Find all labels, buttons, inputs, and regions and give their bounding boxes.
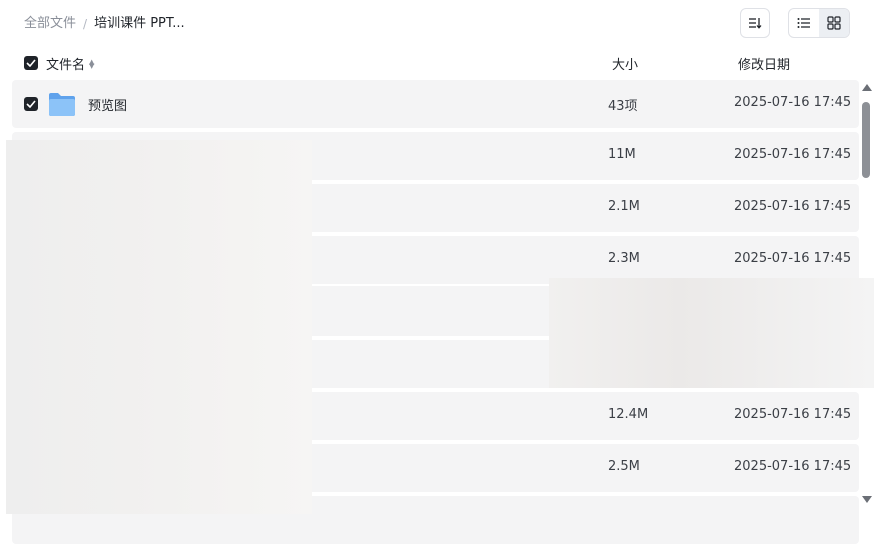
view-toggle	[788, 8, 850, 38]
folder-icon	[49, 93, 75, 116]
grid-view-icon	[827, 16, 841, 30]
scroll-down-icon[interactable]	[862, 496, 872, 503]
size-column-header: 大小	[612, 58, 639, 73]
file-date: 2025-07-16 17:45	[734, 199, 852, 214]
table-row[interactable]: 预览图 43项 2025-07-16 17:45	[12, 80, 859, 128]
breadcrumb-separator: /	[83, 17, 88, 31]
file-date: 2025-07-16 17:45	[734, 251, 852, 266]
scroll-up-icon[interactable]	[862, 84, 872, 91]
name-column-header[interactable]: 文件名 ▲ ▼	[46, 54, 94, 73]
row-checkbox[interactable]	[24, 97, 38, 111]
redacted-region	[549, 278, 874, 388]
file-date: 2025-07-16 17:45	[734, 147, 852, 162]
file-size: 43项	[608, 99, 638, 114]
select-all-checkbox[interactable]	[24, 56, 38, 70]
top-bar: 全部文件 / 培训课件 PPT...	[24, 14, 850, 36]
breadcrumb-current: 培训课件 PPT...	[94, 16, 185, 31]
file-date: 2025-07-16 17:45	[734, 95, 852, 110]
file-size: 2.5M	[608, 459, 640, 474]
list-view-icon	[797, 18, 810, 28]
redacted-region	[6, 140, 312, 514]
file-size: 12.4M	[608, 407, 649, 422]
check-icon	[26, 59, 36, 67]
sort-toggle-icon: ▲ ▼	[89, 57, 95, 70]
file-name[interactable]: 预览图	[88, 95, 127, 114]
check-icon	[26, 100, 36, 108]
date-column-header: 修改日期	[738, 58, 791, 73]
file-size: 2.3M	[608, 251, 640, 266]
breadcrumb: 全部文件 / 培训课件 PPT...	[24, 14, 850, 34]
file-date: 2025-07-16 17:45	[734, 459, 852, 474]
scroll-thumb[interactable]	[862, 102, 870, 178]
redacted-region	[312, 286, 549, 336]
sort-icon	[749, 18, 762, 29]
sort-button[interactable]	[740, 8, 770, 38]
grid-view-button[interactable]	[819, 9, 849, 37]
list-view-button[interactable]	[789, 9, 819, 37]
file-date: 2025-07-16 17:45	[734, 407, 852, 422]
vertical-scrollbar[interactable]	[860, 84, 874, 514]
file-size: 11M	[608, 147, 636, 162]
breadcrumb-root[interactable]: 全部文件	[24, 14, 76, 34]
file-size: 2.1M	[608, 199, 640, 214]
name-column-label: 文件名	[46, 58, 86, 73]
table-header: 文件名 ▲ ▼ 大小 修改日期	[0, 52, 874, 76]
